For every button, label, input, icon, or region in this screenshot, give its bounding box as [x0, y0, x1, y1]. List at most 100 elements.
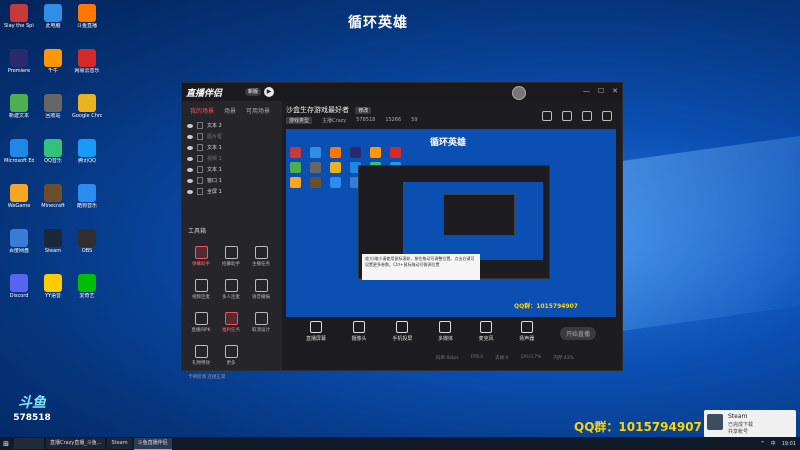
visibility-eye-icon[interactable]	[187, 134, 193, 139]
visibility-eye-icon[interactable]	[187, 145, 193, 150]
scene-item[interactable]: 图片框	[182, 131, 282, 142]
desktop-icon[interactable]: OBS	[72, 229, 102, 254]
settings-icon[interactable]	[582, 111, 592, 121]
toolbox-item[interactable]: 多人连麦	[216, 279, 246, 300]
tray-item[interactable]: ^	[760, 441, 764, 447]
lock-icon[interactable]	[197, 177, 203, 184]
toolbox-item[interactable]: 取消设计	[246, 312, 276, 333]
tool-label: 弹幕助手	[192, 262, 210, 267]
taskbar-app[interactable]: 直播Crazy直播_斗鱼...	[46, 437, 106, 449]
tool-icon	[254, 312, 268, 325]
tab-my-scenes[interactable]: 我的场景	[190, 106, 214, 115]
source-button[interactable]: 扬声器	[519, 321, 534, 342]
share-icon[interactable]	[562, 111, 572, 121]
scene-item[interactable]: 文本 1	[182, 142, 282, 153]
toolbox-item[interactable]: 更多	[216, 345, 246, 366]
toolbox-item[interactable]: 视频连麦	[186, 279, 216, 300]
scene-item[interactable]: 窗口 1	[182, 175, 282, 186]
desktop-icon[interactable]: 百度网盘	[4, 229, 34, 254]
preview-icon	[330, 177, 341, 188]
source-button[interactable]: 摄像头	[352, 321, 367, 342]
windows-start-icon[interactable]: ⊞	[0, 440, 12, 448]
start-live-button[interactable]: 开始直播	[559, 327, 596, 340]
qq-group-overlay: QQ群：1015794907	[574, 420, 702, 434]
desktop-icon[interactable]: 新建文本	[4, 94, 34, 119]
desktop-icon-label: 新建文本	[8, 113, 29, 119]
desktop-icon[interactable]: 此电脑	[38, 4, 68, 29]
desktop-icon[interactable]: 腾讯QQ	[72, 139, 102, 164]
desktop-icon[interactable]: QQ音乐	[38, 139, 68, 164]
steam-notification[interactable]: Steam 已完成下载 共享帐号	[704, 410, 796, 438]
source-button[interactable]: 麦克风	[479, 321, 494, 342]
status-item: 内存:43%	[553, 356, 574, 361]
toolbox-item[interactable]: 礼物特效	[186, 345, 216, 366]
desktop-icon[interactable]: 斗鱼直播	[72, 4, 102, 29]
tab-scenes[interactable]: 场景	[224, 106, 236, 115]
desktop-icon[interactable]: Premiere	[4, 49, 34, 74]
desktop-icon[interactable]: 网易云音乐	[72, 49, 102, 74]
taskbar-search[interactable]	[14, 438, 44, 449]
taskbar-app[interactable]: Steam	[107, 437, 132, 449]
desktop-icon[interactable]: Minecraft	[38, 184, 68, 209]
tray-item[interactable]: 19:01	[782, 441, 796, 447]
taskbar-app[interactable]: 斗鱼直播伴侣	[133, 437, 172, 450]
source-button[interactable]: 直播屏幕	[306, 321, 326, 342]
visibility-eye-icon[interactable]	[187, 178, 193, 183]
gift-icon[interactable]	[542, 111, 552, 121]
taskbar: ⊞ 直播Crazy直播_斗鱼... Steam 斗鱼直播伴侣 ^ 中 19:01	[0, 437, 800, 450]
source-icon	[310, 321, 322, 333]
lock-icon[interactable]	[197, 166, 203, 173]
lock-icon[interactable]	[197, 133, 203, 140]
category-button[interactable]: 游戏类型	[286, 117, 313, 124]
tray-item[interactable]: 中	[771, 440, 776, 447]
app-icon	[78, 49, 96, 67]
source-button[interactable]: 多媒体	[438, 321, 453, 342]
tool-icon	[254, 279, 268, 292]
desktop-icon[interactable]: Google Chrome	[72, 94, 102, 119]
app-icon	[78, 94, 96, 112]
desktop-icon[interactable]: YY语音	[38, 274, 68, 299]
app-icon	[10, 94, 28, 112]
maximize-icon[interactable]: ☐	[598, 87, 604, 95]
desktop-icon[interactable]: 爱奇艺	[72, 274, 102, 299]
toolbox-item[interactable]: 主播任务	[246, 246, 276, 267]
desktop-icon[interactable]: Steam	[38, 229, 68, 254]
scene-item[interactable]: 视频 1	[182, 153, 282, 164]
desktop-icon[interactable]: Slay the Spire	[4, 4, 34, 29]
performance-status: 码率:0kb/s FPS:0 丢帧:0 CPU:17% 内存:43%	[286, 355, 616, 361]
desktop-icon[interactable]: 千牛	[38, 49, 68, 74]
desktop-icon[interactable]: Microsoft Edge	[4, 139, 34, 164]
desktop-icon[interactable]: WeGame	[4, 184, 34, 209]
source-button[interactable]: 手机投屏	[392, 321, 412, 342]
lock-icon[interactable]	[197, 155, 203, 162]
lock-icon[interactable]	[197, 188, 203, 195]
scene-item[interactable]: 全屏 1	[182, 186, 282, 197]
scene-item[interactable]: 文本 2	[182, 120, 282, 131]
visibility-eye-icon[interactable]	[187, 167, 193, 172]
toolbox-item[interactable]: 直播间PK	[186, 312, 216, 333]
close-icon[interactable]: ✕	[612, 87, 618, 95]
toolbox-item[interactable]: 语音播报	[246, 279, 276, 300]
scene-name: 窗口 1	[207, 178, 222, 184]
window-titlebar[interactable]: 直播伴侣 新版 ▶ — ☐ ✕	[182, 83, 622, 101]
lock-icon[interactable]	[197, 144, 203, 151]
toolbox-item[interactable]: 招募助手	[216, 246, 246, 267]
desktop-icon[interactable]: 酷狗音乐	[72, 184, 102, 209]
play-icon[interactable]: ▶	[264, 87, 274, 97]
tab-available-scenes[interactable]: 可用场景	[246, 106, 270, 115]
desktop-icon[interactable]: 回收站	[38, 94, 68, 119]
toolbox-item[interactable]: 福利任务	[216, 312, 246, 333]
version-badge[interactable]: 新版	[245, 88, 262, 96]
notification-icon[interactable]	[602, 111, 612, 121]
edit-title-button[interactable]: 修改	[355, 107, 372, 114]
minimize-icon[interactable]: —	[583, 87, 590, 95]
stream-preview[interactable]: 循环英雄 放大/缩小请使用鼠标滚轮，按住拖动可调整位置。点击右键可设置更多参数。…	[286, 129, 616, 317]
visibility-eye-icon[interactable]	[187, 156, 193, 161]
scene-item[interactable]: 文本 1	[182, 164, 282, 175]
visibility-eye-icon[interactable]	[187, 189, 193, 194]
user-avatar[interactable]	[512, 86, 526, 100]
toolbox-item[interactable]: 弹幕助手	[186, 246, 216, 267]
desktop-icon[interactable]: Discord	[4, 274, 34, 299]
visibility-eye-icon[interactable]	[187, 123, 193, 128]
lock-icon[interactable]	[197, 122, 203, 129]
